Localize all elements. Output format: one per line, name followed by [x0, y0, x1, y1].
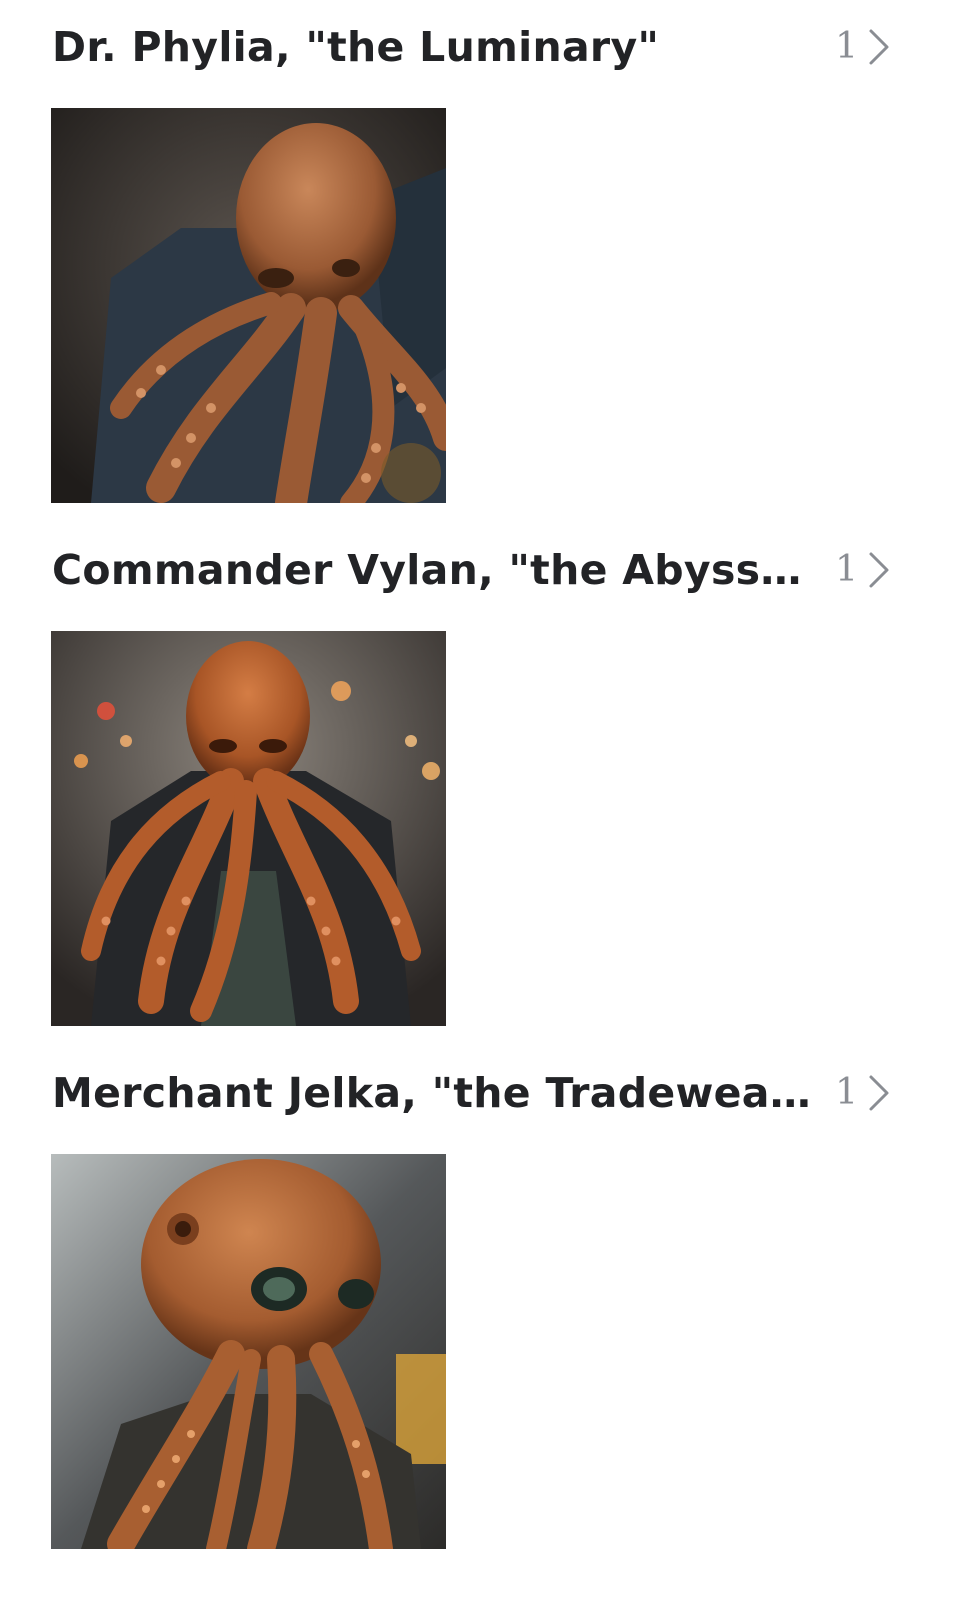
collection-title: Merchant Jelka, "the Tradewea... [52, 1069, 812, 1117]
octopus-portrait-image[interactable] [51, 631, 446, 1026]
collection-item: Merchant Jelka, "the Tradewea... 1 [0, 1046, 957, 1569]
item-count: 1 [835, 26, 858, 67]
collection-item: Commander Vylan, "the Abyssa... 1 [0, 523, 957, 1046]
chevron-right-icon [869, 552, 889, 588]
octopus-portrait-image-art [51, 1154, 446, 1549]
collection-header[interactable]: Merchant Jelka, "the Tradewea... 1 [52, 1046, 892, 1140]
collection-header[interactable]: Dr. Phylia, "the Luminary" 1 [52, 0, 892, 94]
octopus-portrait-image[interactable] [51, 108, 446, 503]
collection-header[interactable]: Commander Vylan, "the Abyssa... 1 [52, 523, 892, 617]
octopus-portrait-image-art [51, 631, 446, 1026]
item-count: 1 [835, 1072, 858, 1113]
chevron-right-icon [869, 1075, 889, 1111]
item-count: 1 [835, 549, 858, 590]
octopus-portrait-image[interactable] [51, 1154, 446, 1549]
collection-meta: 1 [835, 550, 892, 590]
collection-item: Dr. Phylia, "the Luminary" 1 [0, 0, 957, 523]
collection-meta: 1 [835, 1073, 892, 1113]
collection-meta: 1 [835, 27, 892, 67]
chevron-right-icon [869, 29, 889, 65]
collection-title: Commander Vylan, "the Abyssa... [52, 546, 812, 594]
collection-title: Dr. Phylia, "the Luminary" [52, 23, 660, 71]
octopus-portrait-image-art [51, 108, 446, 503]
